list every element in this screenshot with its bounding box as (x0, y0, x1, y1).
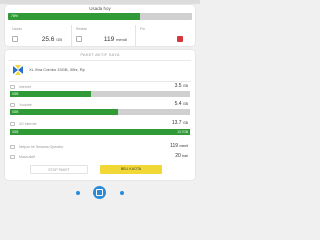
internet-progress-bar: 0GB (10, 91, 190, 97)
buy-quota-button[interactable]: BELI KUOTA (100, 165, 162, 174)
row-calls: Nelpon ke Sesama Operator 119 menit (10, 143, 190, 150)
internet-progress-left-label: 0GB (12, 92, 19, 96)
stat-used: Usado 25.6 GB (8, 25, 67, 47)
4g-icon (10, 122, 15, 126)
divider (9, 60, 191, 61)
clock-icon (76, 36, 82, 42)
phone-icon (10, 145, 15, 149)
youtube-icon (10, 103, 15, 107)
status-bar (0, 0, 200, 4)
stat-used-label: Usado (12, 27, 23, 31)
stop-package-button[interactable]: STOP PAKET (30, 165, 88, 174)
stat-end: Fin (135, 25, 193, 47)
stat-remaining-value: 119 mendi (103, 36, 127, 43)
quota-progress-fill (8, 13, 141, 20)
quota-title: Usada hoy (89, 6, 111, 11)
stat-remaining: Restan 119 mendi (71, 25, 132, 47)
stat-end-label: Fin (140, 27, 145, 31)
row-calls-value: 119 menit (170, 143, 188, 149)
internet-progress-fill (10, 91, 91, 97)
stat-used-value: 25.6 GB (41, 36, 62, 43)
stat-remaining-label: Restan (76, 27, 88, 31)
calendar-icon (10, 155, 15, 159)
row-4g-label: 4G Internet (19, 122, 37, 126)
row-youtube-label: Youtube (19, 103, 32, 107)
row-internet-value: 3.5 GB (174, 83, 188, 89)
youtube-progress-fill (10, 109, 118, 115)
row-internet: Internet 3.5 GB (10, 83, 190, 90)
internet-icon (10, 85, 15, 89)
contract-title: PAKET AKTIF SAYA (80, 52, 120, 57)
provider-logo-icon (11, 63, 25, 77)
4g-progress-bar: 0GB 13.7GB (10, 129, 190, 135)
nav-dot[interactable] (76, 191, 80, 195)
4g-progress-left-label: 0GB (12, 130, 19, 134)
calendar-icon (177, 36, 183, 42)
plan-name: XL Xtra Combo 15GB, 30hr, Rp (29, 67, 85, 72)
divider (9, 81, 191, 82)
row-youtube: Youtube 5.4 GB (10, 101, 190, 108)
row-validity-label: Masa aktif (19, 155, 35, 159)
row-4g-value: 13.7 GB (171, 120, 188, 126)
row-4g: 4G Internet 13.7 GB (10, 120, 190, 127)
row-internet-label: Internet (19, 85, 31, 89)
grid-icon (96, 189, 103, 196)
nav-dot[interactable] (120, 191, 124, 195)
quota-progress-label: 76% (11, 14, 19, 18)
quota-card: Usada hoy 76% Usado 25.6 GB Restan 119 m… (5, 5, 195, 47)
contract-card: PAKET AKTIF SAYA XL Xtra Combo 15GB, 30h… (5, 50, 195, 180)
row-youtube-value: 5.4 GB (174, 101, 188, 107)
youtube-progress-bar: 0GB (10, 109, 190, 115)
quota-progress-bar: 76% (8, 13, 192, 20)
home-fab-button[interactable] (93, 186, 106, 199)
row-validity: Masa aktif 20 hari (10, 153, 190, 160)
row-calls-label: Nelpon ke Sesama Operator (19, 145, 64, 149)
data-icon (12, 36, 18, 42)
row-validity-value: 20 hari (175, 153, 188, 159)
4g-progress-right-label: 13.7GB (177, 130, 188, 134)
youtube-progress-left-label: 0GB (12, 110, 19, 114)
4g-progress-fill (10, 129, 190, 135)
